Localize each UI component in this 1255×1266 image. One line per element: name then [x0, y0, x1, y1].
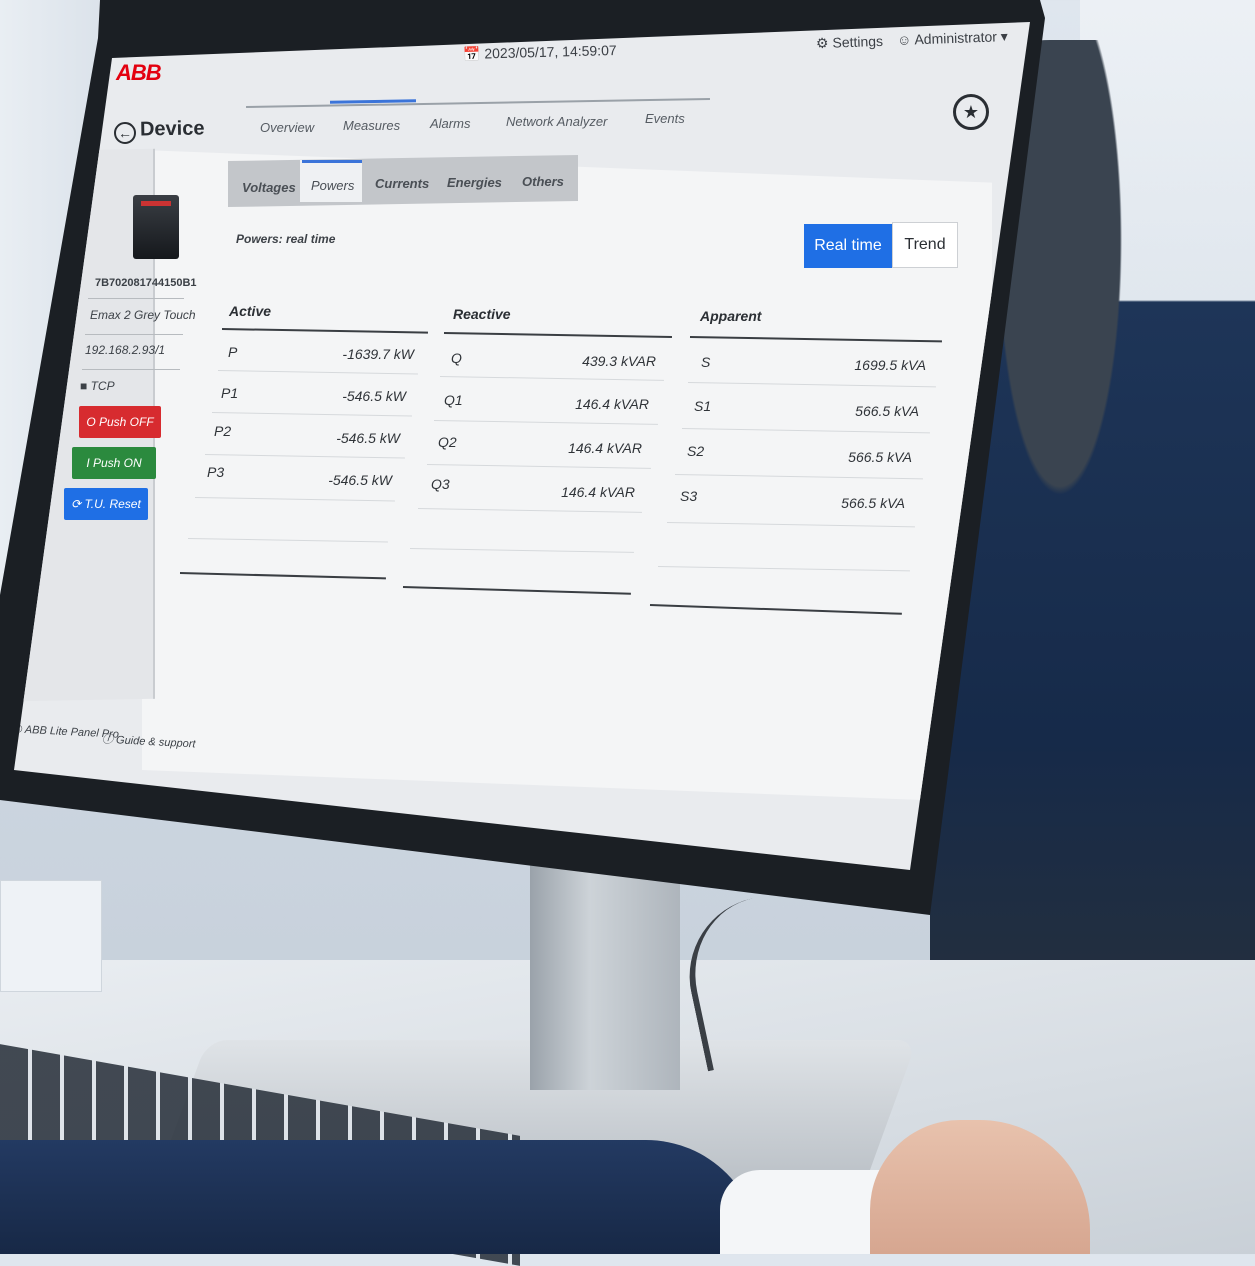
subtab-powers[interactable]: Powers [311, 178, 354, 193]
user-icon: ☺ [896, 31, 912, 48]
cell-value: -546.5 kW [336, 430, 400, 446]
shirt-cuff [720, 1170, 880, 1254]
subtab-others[interactable]: Others [522, 174, 564, 189]
nav-tab-overview[interactable]: Overview [260, 120, 314, 135]
cell-value: 566.5 kVA [855, 403, 919, 419]
nav-tab-track [246, 97, 710, 109]
back-arrow-icon[interactable]: ← [114, 122, 136, 144]
push-on-button[interactable]: I Push ON [72, 447, 156, 479]
device-protocol: ■ TCP [80, 379, 115, 393]
monitor-stand [530, 860, 680, 1090]
cell-label: Q2 [438, 434, 457, 450]
push-off-button[interactable]: O Push OFF [79, 406, 161, 438]
cell-label: Q1 [444, 392, 463, 408]
trend-toggle[interactable]: Trend [892, 222, 958, 268]
subtab-energies[interactable]: Energies [447, 175, 502, 190]
nav-tab-network-analyzer[interactable]: Network Analyzer [506, 114, 607, 129]
settings-link[interactable]: ⚙ Settings [816, 33, 884, 52]
tu-reset-button[interactable]: ⟳ T.U. Reset [64, 488, 148, 520]
cell-label: P1 [221, 385, 239, 401]
column-header-reactive: Reactive [453, 306, 511, 322]
cell-value: 566.5 kVA [841, 495, 905, 511]
subtab-voltages[interactable]: Voltages [242, 180, 296, 195]
cell-label: Q [451, 350, 462, 366]
cell-label: Q3 [431, 476, 450, 492]
caret-down-icon: ▾ [1000, 28, 1009, 45]
column-header-active: Active [229, 303, 272, 319]
nav-tab-measures[interactable]: Measures [343, 118, 400, 133]
cell-value: 566.5 kVA [848, 449, 912, 465]
device-serial: 7B702081744150B1 [95, 277, 197, 289]
cell-label: S3 [680, 488, 698, 504]
datetime-text: 2023/05/17, 14:59:07 [484, 41, 617, 62]
cell-value: 146.4 kVAR [568, 440, 642, 456]
page-title: Device [139, 117, 205, 141]
settings-label: Settings [832, 32, 884, 51]
desk-box [0, 880, 102, 992]
protocol-label: TCP [90, 379, 115, 393]
nav-tab-events[interactable]: Events [645, 111, 685, 126]
sidebar-divider [88, 298, 184, 299]
breaker-device-image [133, 195, 179, 259]
abb-logo: ABB [116, 60, 162, 85]
datetime-display: 📅 2023/05/17, 14:59:07 [463, 42, 617, 63]
subtab-active-indicator [302, 160, 362, 163]
subtab-currents[interactable]: Currents [375, 176, 429, 191]
section-title: Powers: real time [236, 232, 336, 246]
help-icon: ⓘ [101, 733, 114, 747]
sidebar-divider [85, 334, 183, 335]
cell-value: -1639.7 kW [342, 346, 414, 362]
cell-value: 146.4 kVAR [561, 484, 635, 500]
device-address: 192.168.2.93/1 [85, 343, 166, 357]
column-header-apparent: Apparent [700, 308, 762, 324]
cell-value: 439.3 kVAR [582, 353, 656, 369]
cell-value: -546.5 kW [328, 472, 392, 488]
real-time-toggle[interactable]: Real time [804, 224, 892, 268]
favorite-star-icon[interactable]: ★ [953, 94, 989, 130]
cell-label: P2 [214, 423, 232, 439]
person-sleeve [0, 1140, 760, 1254]
cell-value: -546.5 kW [342, 388, 406, 404]
network-icon: ■ [80, 379, 88, 393]
cell-label: S1 [694, 398, 712, 414]
sidebar-divider [82, 369, 180, 370]
guide-support-label: Guide & support [115, 734, 196, 751]
user-label: Administrator [914, 28, 998, 48]
device-model: Emax 2 Grey Touch [90, 308, 196, 322]
user-menu[interactable]: ☺ Administrator ▾ [897, 28, 1008, 49]
cell-value: 1699.5 kVA [854, 357, 926, 373]
gear-icon: ⚙ [815, 34, 829, 52]
cell-label: P [228, 344, 238, 360]
calendar-icon: 📅 [462, 45, 481, 63]
cell-value: 146.4 kVAR [575, 396, 649, 412]
cell-label: S [701, 354, 711, 370]
cell-label: P3 [207, 464, 225, 480]
cell-label: S2 [687, 443, 705, 459]
nav-tab-alarms[interactable]: Alarms [430, 116, 470, 131]
